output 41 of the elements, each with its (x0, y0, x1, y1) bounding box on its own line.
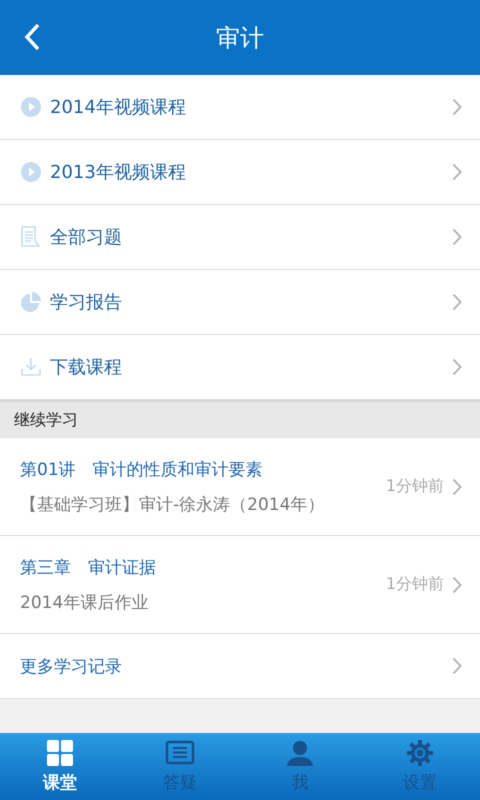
chevron-icon (452, 657, 462, 675)
menu-label: 2014年视频课程 (50, 96, 187, 119)
chevron-icon (452, 98, 462, 116)
page-title: 审计 (216, 22, 264, 54)
chevron-icon (452, 228, 462, 246)
menu-item[interactable]: 下载课程 (0, 335, 480, 400)
record-title: 第三章 审计证据 (20, 556, 157, 578)
download-icon (20, 356, 42, 378)
chevron-icon (452, 576, 462, 594)
menu-item[interactable]: 2013年视频课程 (0, 140, 480, 205)
chevron-icon (452, 163, 462, 181)
person-icon (285, 739, 315, 767)
menu-label: 学习报告 (50, 291, 123, 314)
study-record[interactable]: 第01讲 审计的性质和审计要素 【基础学习班】审计-徐永涛（2014年） 1分钟前 (0, 438, 480, 536)
menu-label: 2013年视频课程 (50, 161, 187, 184)
list-icon (165, 739, 195, 767)
grid-icon (45, 739, 75, 767)
record-time: 1分钟前 (386, 574, 444, 595)
menu-item[interactable]: 学习报告 (0, 270, 480, 335)
record-time: 1分钟前 (386, 476, 444, 497)
record-subtitle: 【基础学习班】审计-徐永涛（2014年） (20, 494, 326, 516)
chevron-icon (452, 478, 462, 496)
chevron-icon (452, 358, 462, 376)
section-header: 继续学习 (0, 400, 480, 438)
record-title: 第01讲 审计的性质和审计要素 (20, 458, 264, 480)
back-button[interactable] (22, 22, 42, 52)
more-records-item[interactable]: 更多学习记录 (0, 634, 480, 699)
record-subtitle: 2014年课后作业 (20, 592, 150, 614)
settings-icon (405, 739, 435, 767)
study-record[interactable]: 第三章 审计证据 2014年课后作业 1分钟前 (0, 536, 480, 634)
tab[interactable]: 课堂 (0, 733, 120, 800)
more-records-label: 更多学习记录 (20, 656, 123, 678)
menu-label: 全部习题 (50, 226, 123, 249)
document-icon (20, 226, 42, 248)
play-icon (20, 96, 42, 118)
chevron-icon (452, 293, 462, 311)
menu-item[interactable]: 全部习题 (0, 205, 480, 270)
menu-item[interactable]: 2014年视频课程 (0, 75, 480, 140)
play-icon (20, 161, 42, 183)
menu-label: 下载课程 (50, 356, 123, 379)
pie-chart-icon (20, 291, 42, 313)
